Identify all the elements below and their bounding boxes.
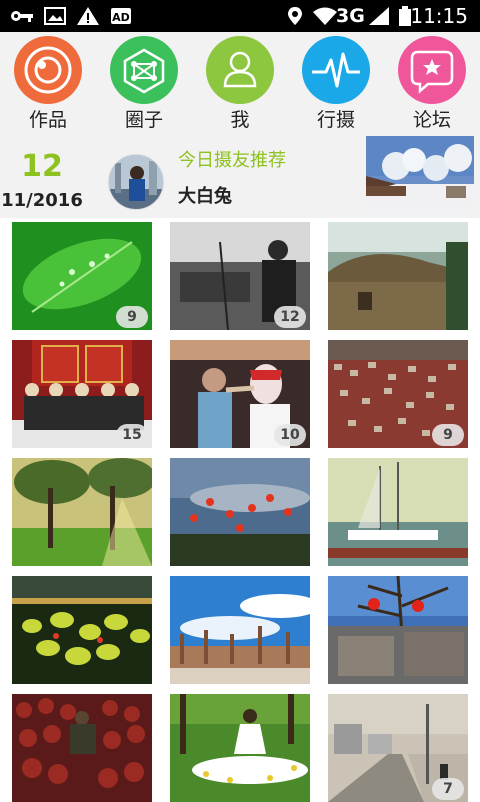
key-icon (10, 6, 34, 26)
photo-count-badge: 12 (274, 306, 306, 328)
daily-recommendation[interactable]: 12 11/2016 今日摄友推荐 大白兔 (0, 134, 480, 218)
photo-tile[interactable] (328, 222, 468, 330)
warning-icon (76, 6, 100, 26)
photo-tile[interactable]: 7 (328, 694, 468, 802)
photo-count-badge: 15 (116, 424, 148, 446)
nav-label-travel: 行摄 (316, 109, 355, 131)
avatar[interactable] (108, 154, 164, 210)
clock: 11:15 (410, 4, 468, 28)
ad-icon: AD (110, 6, 132, 26)
nav-item-forum[interactable]: 论坛 (390, 36, 474, 132)
nav-label-circle: 圈子 (124, 109, 163, 131)
star-bubble-icon (398, 36, 466, 104)
top-nav: 作品 圈子 我 行摄 论坛 (0, 32, 480, 134)
nav-label-me: 我 (230, 109, 250, 131)
photo-tile[interactable]: 9 (12, 222, 152, 330)
nav-item-works[interactable]: 作品 (6, 36, 90, 132)
photo-tile[interactable]: 15 (12, 340, 152, 448)
photo-tile[interactable] (12, 694, 152, 802)
person-icon (206, 36, 274, 104)
photo-tile[interactable] (328, 576, 468, 684)
recommend-date: 11/2016 (1, 190, 83, 211)
network-type: 3G (336, 5, 365, 27)
photo-count-badge: 10 (274, 424, 306, 446)
camera-lens-icon (14, 36, 82, 104)
nav-label-works: 作品 (28, 109, 67, 131)
signal-icon (368, 6, 390, 26)
recommend-photo[interactable] (366, 136, 474, 214)
photo-grid: 9 12 15 10 9 7 (0, 218, 480, 802)
photo-count-badge: 9 (116, 306, 148, 328)
photo-count-badge: 9 (432, 424, 464, 446)
photo-tile[interactable] (170, 458, 310, 566)
nav-label-forum: 论坛 (412, 109, 451, 131)
recommend-day: 12 (21, 149, 63, 184)
photo-tile[interactable]: 9 (328, 340, 468, 448)
nav-item-me[interactable]: 我 (198, 36, 282, 132)
photo-tile[interactable] (12, 458, 152, 566)
svg-text:AD: AD (112, 11, 130, 24)
photo-tile[interactable]: 10 (170, 340, 310, 448)
pulse-icon (302, 36, 370, 104)
photo-tile[interactable] (328, 458, 468, 566)
location-icon (286, 6, 304, 26)
photo-tile[interactable] (12, 576, 152, 684)
photo-count-badge: 7 (432, 778, 464, 800)
image-icon (44, 6, 66, 26)
status-bar: AD 3G 11:15 (0, 0, 480, 32)
network-icon (110, 36, 178, 104)
recommend-title: 今日摄友推荐 (178, 150, 286, 171)
photo-tile[interactable]: 12 (170, 222, 310, 330)
photo-tile[interactable] (170, 694, 310, 802)
recommend-username[interactable]: 大白兔 (178, 186, 232, 208)
wifi-icon (312, 6, 338, 26)
photo-tile[interactable] (170, 576, 310, 684)
nav-item-circle[interactable]: 圈子 (102, 36, 186, 132)
nav-item-travel[interactable]: 行摄 (294, 36, 378, 132)
